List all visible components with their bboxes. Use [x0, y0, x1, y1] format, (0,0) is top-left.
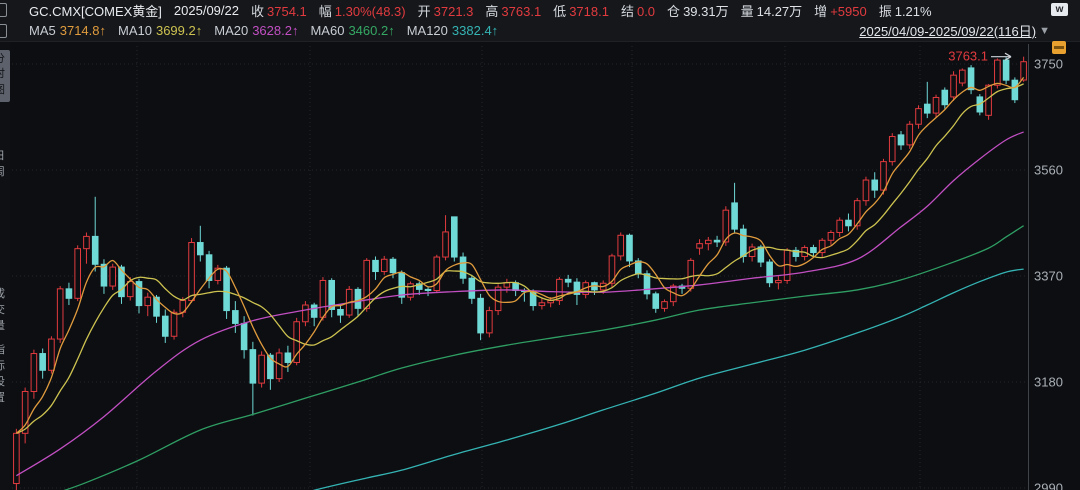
ma120-line: [16, 269, 1023, 490]
candlestick-chart[interactable]: 3750 3560 3370 3180 2990 3763.1: [0, 0, 1080, 490]
toolbar-item-clipped[interactable]: 设: [0, 376, 10, 388]
trading-app-window: GC.CMX[COMEX黄金] 2025/09/22 收3754.1幅1.30%…: [0, 0, 1080, 490]
toolbar-item-clipped[interactable]: 周: [0, 166, 10, 178]
toolbar-item-clipped[interactable]: 日: [0, 150, 10, 162]
ma10-line: [16, 84, 1023, 433]
y-axis-label: 3370: [1034, 269, 1063, 284]
gridlines: [12, 46, 1028, 490]
toolbar-item-clipped[interactable]: 时: [0, 68, 10, 80]
toolbar-item-clipped[interactable]: 分: [0, 53, 10, 65]
left-toolbar-clipped[interactable]: 分时图日周成交量指标设置: [0, 42, 10, 490]
arrow-right-icon: [991, 53, 1011, 60]
toolbar-item-clipped[interactable]: 标: [0, 360, 10, 372]
y-axis-label: 3180: [1034, 375, 1063, 390]
toolbar-item-clipped[interactable]: 交: [0, 304, 10, 316]
ma5-line: [16, 77, 1023, 433]
y-axis-label: 2990: [1034, 481, 1063, 490]
last-high-annotation: 3763.1: [948, 49, 988, 64]
toolbar-item-clipped[interactable]: 置: [0, 392, 10, 404]
candles: [14, 57, 1027, 490]
toolbar-item-clipped[interactable]: 量: [0, 320, 10, 332]
y-axis-label: 3560: [1034, 163, 1063, 178]
toolbar-item-clipped[interactable]: 图: [0, 84, 10, 96]
ma60-line: [16, 226, 1023, 490]
toolbar-item-clipped[interactable]: 成: [0, 288, 10, 300]
y-axis-label: 3750: [1034, 57, 1063, 72]
toolbar-item-clipped[interactable]: 指: [0, 344, 10, 356]
